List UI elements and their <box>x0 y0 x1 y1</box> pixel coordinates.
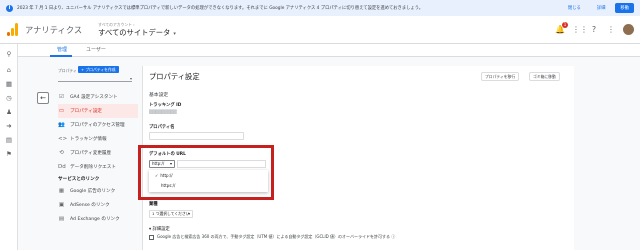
apps-grid-icon[interactable]: ⋮⋮ <box>572 25 588 35</box>
nav-item-ga4-assistant[interactable]: ☑ GA4 設定アシスタント <box>58 90 138 104</box>
analytics-admin-screen: i 2023 年 7 月 1 日より、ユニバーサル アナリティクスでは標準プロパ… <box>0 0 640 250</box>
highlight-frame <box>138 145 274 200</box>
manual-tagging-override-row: Google 広告と検索広告 360 の両方で、手動タグ設定（UTM 値）による… <box>149 234 395 240</box>
left-nav-rail: ⚲ ⌂ ▦ ◷ ♟ ➜ ▤ ⚑ <box>0 44 18 250</box>
view-selector[interactable]: すべてのサイトデータ ▾ <box>98 28 176 38</box>
manual-tagging-override-label: Google 広告と検索広告 360 の両方で、手動タグ設定（UTM 値）による… <box>157 234 396 239</box>
view-name: すべてのサイトデータ <box>98 27 171 37</box>
create-property-button[interactable]: + プロパティを作成 <box>78 66 119 73</box>
app-title: アナリティクス <box>25 24 83 35</box>
industry-select-value: 1 つ選択してください <box>152 211 190 216</box>
realtime-icon[interactable]: ◷ <box>5 94 13 102</box>
basic-settings-heading: 基本設定 <box>149 93 169 98</box>
behavior-icon[interactable]: ▤ <box>5 136 13 144</box>
move-property-button[interactable]: プロパティを移行 <box>481 72 520 81</box>
ad-exchange-icon: ▤ <box>58 216 65 222</box>
nav-item-label: AdSense のリンク <box>70 203 110 208</box>
notifications-icon[interactable]: 🔔 1 <box>555 21 568 35</box>
nav-item-property-settings[interactable]: ▭ プロパティ設定 <box>58 104 138 118</box>
tracking-id-value: ▒▒▒▒▒▒▒▒▒ <box>149 109 177 114</box>
nav-item-ad-exchange-links[interactable]: ▤ Ad Exchange のリンク <box>58 212 138 226</box>
back-arrow-icon[interactable]: ← <box>37 92 49 104</box>
notification-badge: 1 <box>562 21 568 28</box>
header-actions: 🔔 1 ⋮⋮ ? ⋮ <box>548 21 634 35</box>
trash-button[interactable]: ゴミ箱に移動 <box>529 72 560 81</box>
advanced-settings-toggle[interactable]: ▾ 詳細設定 <box>149 226 170 232</box>
search-icon[interactable]: ⚲ <box>5 50 13 58</box>
property-column-label: プロパティ <box>58 68 77 73</box>
manual-tagging-override-checkbox[interactable] <box>149 234 154 240</box>
nav-item-label: Ad Exchange のリンク <box>70 217 120 222</box>
data-deletion-icon: Dd <box>58 164 66 170</box>
nav-item-data-deletion[interactable]: Dd データ削除リクエスト <box>58 160 138 174</box>
nav-item-access-management[interactable]: 👥 プロパティのアクセス管理 <box>58 118 138 132</box>
avatar[interactable] <box>623 24 634 35</box>
checklist-icon: ☑ <box>59 94 64 100</box>
banner-message: 2023 年 7 月 1 日より、ユニバーサル アナリティクスでは標準プロパティ… <box>17 6 424 11</box>
google-ads-icon: ▦ <box>58 188 65 194</box>
property-name-input[interactable] <box>149 132 244 140</box>
more-vert-icon[interactable]: ⋮ <box>606 25 616 35</box>
nav-item-label: GA4 設定アシスタント <box>70 95 118 100</box>
banner-details-link[interactable]: 詳細 <box>597 5 606 11</box>
adsense-icon: ▣ <box>58 202 65 208</box>
notice-banner: i 2023 年 7 月 1 日より、ユニバーサル アナリティクスでは標準プロパ… <box>0 0 640 16</box>
analytics-logo-icon <box>7 23 18 36</box>
nav-item-label: データ削除リクエスト <box>70 165 116 170</box>
nav-item-change-history[interactable]: ⟲ プロパティ変更履歴 <box>58 146 138 160</box>
property-nav: ☑ GA4 設定アシスタント ▭ プロパティ設定 👥 プロパティのアクセス管理 <> ト… <box>58 90 138 226</box>
code-icon: <> <box>58 136 68 142</box>
account-view-picker[interactable]: すべてのアカウント › すべてのサイトデータ ▾ <box>98 22 176 38</box>
nav-item-adsense-links[interactable]: ▣ AdSense のリンク <box>58 198 138 212</box>
nav-item-label: プロパティのアクセス管理 <box>70 123 125 128</box>
page-title: プロパティ設定 <box>149 72 200 81</box>
property-name-label: プロパティ名 <box>149 125 175 130</box>
chevron-down-icon: ▾ <box>129 76 132 81</box>
chevron-down-icon: ▾ <box>173 30 176 37</box>
audience-icon[interactable]: ♟ <box>5 108 13 116</box>
nav-item-label: プロパティ設定 <box>70 109 102 114</box>
acquisition-icon[interactable]: ➜ <box>5 122 13 130</box>
customization-icon[interactable]: ▦ <box>5 80 13 88</box>
tracking-id-label: トラッキング ID <box>149 103 182 108</box>
info-icon: i <box>6 4 13 12</box>
industry-label: 業種 <box>149 202 158 207</box>
tab-admin[interactable]: 管理 <box>57 46 67 53</box>
nav-item-tracking-info[interactable]: <> トラッキング情報 <box>58 132 138 146</box>
tab-user[interactable]: ユーザー <box>86 46 106 53</box>
home-icon[interactable]: ⌂ <box>5 66 13 74</box>
chevron-down-icon: ▾ <box>187 211 190 216</box>
nav-item-label: Google 広告のリンク <box>70 189 116 194</box>
property-selector[interactable]: ▾ <box>58 75 132 82</box>
admin-tabs: 管理 ユーザー <box>18 44 640 57</box>
nav-item-label: プロパティ変更履歴 <box>70 151 112 156</box>
banner-close-button[interactable]: 閉じる <box>568 5 581 11</box>
nav-item-google-ads-links[interactable]: ▦ Google 広告のリンク <box>58 184 138 198</box>
people-icon: 👥 <box>58 122 65 128</box>
settings-page-icon: ▭ <box>58 108 65 114</box>
history-icon: ⟲ <box>59 150 64 156</box>
banner-migrate-button[interactable]: 移動 <box>615 3 634 13</box>
nav-section-product-links: サービスとのリンク <box>58 177 100 182</box>
conversions-icon[interactable]: ⚑ <box>5 150 13 158</box>
app-header: アナリティクス すべてのアカウント › すべてのサイトデータ ▾ 🔔 1 ⋮⋮ ? … <box>0 16 640 44</box>
industry-select[interactable]: 1 つ選択してください ▾ <box>149 210 193 218</box>
help-icon[interactable]: ? <box>589 25 599 35</box>
nav-item-label: トラッキング情報 <box>70 137 107 142</box>
